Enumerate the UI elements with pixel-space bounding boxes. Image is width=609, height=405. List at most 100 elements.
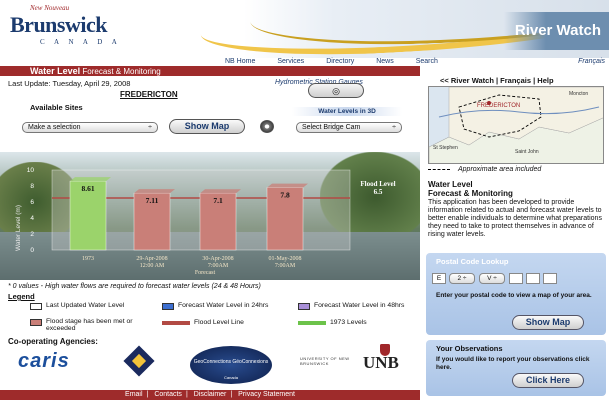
page-title-bar: Water Level Forecast & Monitoring xyxy=(0,66,420,76)
legend-item-1973: 1973 Levels xyxy=(298,319,408,326)
caris-logo[interactable]: caris xyxy=(18,350,70,373)
y-tick-label: 10 xyxy=(27,167,35,174)
chart-bar-top xyxy=(70,177,111,182)
flood-level-label: Flood Level xyxy=(360,180,395,188)
observations-panel: Your Observations If you would like to r… xyxy=(426,340,606,396)
geoconnections-logo[interactable]: GeoConnections GéoConnexions Canada xyxy=(190,346,272,384)
postal-select-value: 2 xyxy=(457,275,462,282)
postal-show-map-button[interactable]: Show Map xyxy=(512,315,584,330)
chart-bar-top xyxy=(267,183,308,188)
page-title: Water Level xyxy=(30,66,81,76)
logo-top-text: New Nouveau xyxy=(30,4,70,12)
unb-small-text: UNIVERSITY OF NEW BRUNSWICK xyxy=(300,356,350,366)
postal-box-4[interactable] xyxy=(509,273,523,284)
bar-value-label: 7.1 xyxy=(213,196,223,205)
map-label-st-stephen: St Stephen xyxy=(433,145,458,151)
site-title: River Watch xyxy=(514,22,601,39)
region-map[interactable]: FREDERICTON Moncton St Stephen Saint Joh… xyxy=(428,86,604,164)
legend-line-red xyxy=(162,321,190,325)
legend-item-forecast-24: Forecast Water Level in 24hrs xyxy=(162,302,272,310)
approx-label: Approximate area included xyxy=(458,166,542,173)
chart-svg: 0 2 4 6 8 10 Water Level (m) Flood Level6.5 8.61… xyxy=(15,167,396,276)
postal-select-3[interactable]: V ÷ xyxy=(479,273,505,284)
observations-text: If you would like to report your observa… xyxy=(436,356,590,371)
right-links[interactable]: << River Watch | Français | Help xyxy=(440,76,554,85)
legend-item-flood-line: Flood Level Line xyxy=(162,319,292,326)
y-tick-label: 4 xyxy=(30,215,34,222)
postal-code-panel: Postal Code Lookup E 2 ÷ V ÷ Enter your … xyxy=(426,253,606,335)
y-tick-label: 0 xyxy=(30,247,34,254)
right-title-line2: Forecast & Monitoring xyxy=(428,189,513,198)
site-select[interactable]: Make a selection xyxy=(22,122,158,133)
map-legend-approx: Approximate area included xyxy=(428,166,541,173)
bar-value-label: 7.8 xyxy=(280,191,290,200)
nav-francais[interactable]: Français xyxy=(578,58,605,68)
hydrometric-button[interactable]: ◎ xyxy=(308,83,364,98)
click-here-button[interactable]: Click Here xyxy=(512,373,584,388)
footer-disclaimer[interactable]: Disclaimer xyxy=(194,391,227,398)
legend-label: Flood stage has been met or exceeded xyxy=(46,318,133,332)
forecast-note: * 0 values - High water flows are requir… xyxy=(8,283,261,290)
chart-bar-top xyxy=(134,189,175,194)
legend-label: Last Updated Water Level xyxy=(46,302,125,309)
footer-bar: Email | Contacts | Disclaimer | Privacy Sta… xyxy=(0,390,420,400)
legend-label: Forecast Water Level in 48hrs xyxy=(314,302,405,309)
legend-label: 1973 Levels xyxy=(330,319,367,326)
available-sites-label: Available Sites xyxy=(30,103,83,112)
map-label-saint-john: Saint John xyxy=(515,149,539,155)
geo-canada: Canada xyxy=(223,375,238,380)
observations-title: Your Observations xyxy=(436,344,503,353)
bar-value-label: 8.61 xyxy=(81,184,94,193)
x-tick-label: 1973 xyxy=(82,256,94,262)
right-title: Water Level Forecast & Monitoring xyxy=(428,180,513,198)
flood-level-value: 6.5 xyxy=(374,188,383,196)
map-label-fredericton: FREDERICTON xyxy=(477,103,520,109)
dashed-line-icon xyxy=(428,168,450,170)
footer-contacts[interactable]: Contacts xyxy=(154,391,182,398)
show-map-button[interactable]: Show Map xyxy=(169,119,245,134)
y-tick-label: 6 xyxy=(30,199,34,206)
map-svg: FREDERICTON Moncton St Stephen Saint Joh… xyxy=(429,87,603,163)
x-tick-label: 12:00 AM xyxy=(140,263,165,269)
footer-email[interactable]: Email xyxy=(125,391,143,398)
legend-swatch-blue xyxy=(162,303,174,310)
y-tick-label: 2 xyxy=(30,231,34,238)
legend-swatch-white xyxy=(30,303,42,310)
page-subtitle: Forecast & Monitoring xyxy=(82,67,161,76)
city-name: FREDERICTON xyxy=(120,90,178,99)
legend-item-flood-stage: Flood stage has been met or exceeded xyxy=(30,318,155,332)
water-levels-3d-label: Water Levels in 3D xyxy=(292,107,402,116)
postal-box-6[interactable] xyxy=(543,273,557,284)
postal-instructions: Enter your postal code to view a map of … xyxy=(436,292,592,299)
logo-subtitle: C A N A D A xyxy=(40,38,121,46)
legend-label: Forecast Water Level in 24hrs xyxy=(178,302,269,309)
postal-inputs: E 2 ÷ V ÷ xyxy=(432,273,560,284)
legend-swatch-red xyxy=(30,319,42,326)
gauge-icon: ◎ xyxy=(332,86,340,96)
postal-select-value: V xyxy=(487,275,492,282)
y-tick-label: 8 xyxy=(30,183,34,190)
postal-box-5[interactable] xyxy=(526,273,540,284)
x-tick-label: 01-May-2008 xyxy=(269,256,302,262)
x-tick-label: 30-Apr-2008 xyxy=(202,256,233,262)
footer-privacy[interactable]: Privacy Statement xyxy=(238,391,295,398)
map-label-moncton: Moncton xyxy=(569,91,588,97)
camera-icon xyxy=(260,120,274,133)
y-axis-label: Water Level (m) xyxy=(15,205,22,251)
app-description: This application has been developed to p… xyxy=(428,199,602,238)
last-update: Last Update: Tuesday, April 29, 2008 xyxy=(8,79,131,88)
unb-logo[interactable]: UNB xyxy=(363,353,399,373)
postal-box-1[interactable]: E xyxy=(432,273,446,284)
geo-text: GeoConnections GéoConnexions xyxy=(193,359,269,365)
nb-logo[interactable]: Brunswick xyxy=(10,12,107,38)
postal-select-2[interactable]: 2 ÷ xyxy=(449,273,475,284)
legend-line-green xyxy=(298,321,326,325)
right-title-line1: Water Level xyxy=(428,180,473,189)
bridge-cam-select[interactable]: Select Bridge Cam xyxy=(296,122,402,133)
chart-bar-top xyxy=(200,189,241,194)
water-level-chart: 0 2 4 6 8 10 Water Level (m) Flood Level 6.5 8.61… xyxy=(0,152,420,280)
forecast-axis-label: Forecast xyxy=(195,270,216,276)
legend-item-forecast-48: Forecast Water Level in 48hrs xyxy=(298,302,408,310)
bar-value-label: 7.11 xyxy=(146,196,159,205)
postal-title: Postal Code Lookup xyxy=(436,257,509,266)
